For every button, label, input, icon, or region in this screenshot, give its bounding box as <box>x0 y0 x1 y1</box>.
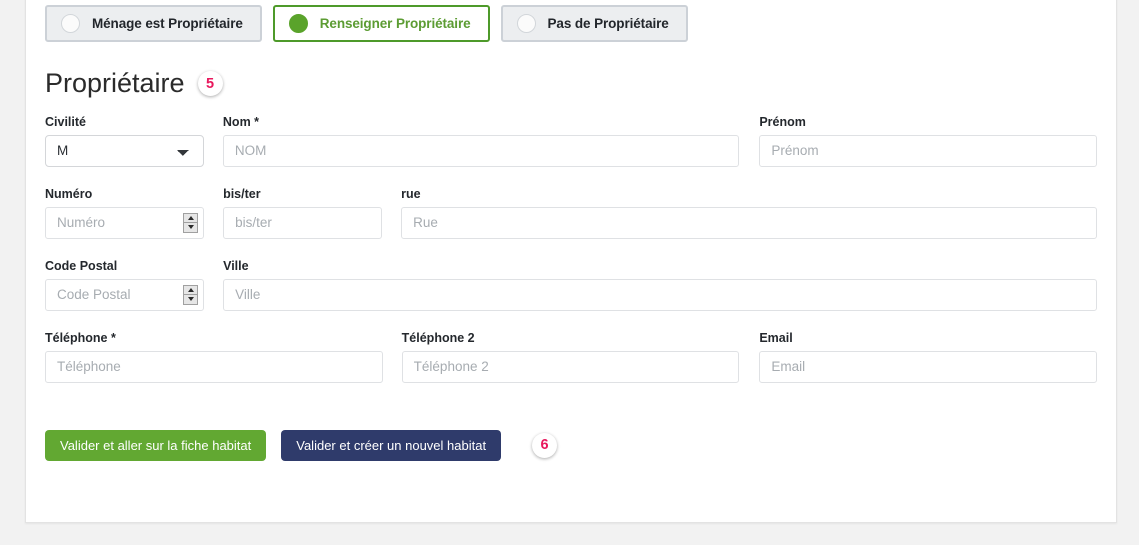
required-marker: * <box>111 330 116 345</box>
telephone-input[interactable] <box>45 350 383 383</box>
field-label-telephone2: Téléphone 2 <box>401 330 475 345</box>
ville-input[interactable] <box>223 278 1097 311</box>
page-title: Propriétaire <box>45 68 185 98</box>
nom-input[interactable] <box>222 134 740 167</box>
field-label-telephone-text: Téléphone <box>45 330 108 345</box>
form-row-contact: Téléphone * Téléphone 2 Email <box>45 330 1098 383</box>
numero-input[interactable] <box>45 206 205 239</box>
field-label-civilite: Civilité <box>45 114 86 129</box>
spinner-down-icon[interactable] <box>184 222 198 232</box>
spinner-down-icon[interactable] <box>184 294 198 304</box>
field-telephone: Téléphone * <box>45 331 383 383</box>
radio-empty-icon <box>61 14 80 33</box>
field-label-prenom: Prénom <box>759 114 806 129</box>
form-row-identity: Civilité M Nom * Prénom <box>45 114 1098 167</box>
field-nom: Nom * <box>222 115 740 167</box>
code-postal-stepper[interactable] <box>183 284 199 305</box>
owner-mode-radio-group: Ménage est Propriétaire Renseigner Propr… <box>45 0 1097 42</box>
field-label-code-postal: Code Postal <box>45 258 118 273</box>
telephone2-input[interactable] <box>401 350 740 383</box>
bister-input[interactable] <box>223 206 383 239</box>
field-civilite: Civilité M <box>45 115 204 167</box>
section-header: Propriétaire 5 <box>45 68 1097 99</box>
form-row-address-line: Numéro bis/ter rue <box>45 187 1097 239</box>
form-actions: Valider et aller sur la fiche habitat Va… <box>45 429 1097 461</box>
field-label-nom: Nom * <box>223 115 739 129</box>
field-label-ville: Ville <box>223 258 249 273</box>
form-row-city: Code Postal Ville <box>45 259 1097 311</box>
radio-filled-icon <box>288 14 308 33</box>
owner-form-card: Ménage est Propriétaire Renseigner Propr… <box>25 0 1117 523</box>
code-postal-input[interactable] <box>45 278 205 311</box>
field-bister: bis/ter <box>223 186 383 239</box>
spinner-up-icon[interactable] <box>184 214 197 223</box>
step-badge-6: 6 <box>532 432 558 458</box>
owner-mode-option-renseigner-proprietaire[interactable]: Renseigner Propriétaire <box>272 5 490 42</box>
field-email: Email <box>759 330 1098 383</box>
spinner-up-icon[interactable] <box>184 286 197 295</box>
prenom-input[interactable] <box>759 134 1098 167</box>
radio-empty-icon <box>516 14 536 33</box>
valider-creer-nouvel-habitat-button[interactable]: Valider et créer un nouvel habitat <box>281 429 502 461</box>
numero-stepper[interactable] <box>183 212 199 233</box>
field-label-nom-text: Nom <box>222 114 251 129</box>
field-rue: rue <box>401 187 1097 239</box>
step-badge-5: 5 <box>197 71 223 97</box>
owner-mode-option-menage-proprietaire[interactable]: Ménage est Propriétaire <box>45 5 262 42</box>
field-ville: Ville <box>223 259 1097 311</box>
field-label-rue: rue <box>401 186 421 201</box>
owner-mode-option-label: Ménage est Propriétaire <box>92 16 243 31</box>
civilite-select[interactable]: M <box>45 134 204 167</box>
field-numero: Numéro <box>45 186 205 239</box>
field-prenom: Prénom <box>759 114 1098 167</box>
required-marker: * <box>254 114 260 129</box>
field-code-postal: Code Postal <box>45 258 205 311</box>
email-input[interactable] <box>759 350 1098 383</box>
rue-input[interactable] <box>401 206 1097 239</box>
field-label-bister: bis/ter <box>223 186 261 201</box>
field-label-telephone: Téléphone * <box>45 331 383 345</box>
owner-mode-option-label: Pas de Propriétaire <box>547 16 669 31</box>
field-label-numero: Numéro <box>45 186 93 201</box>
valider-aller-fiche-habitat-button[interactable]: Valider et aller sur la fiche habitat <box>45 429 267 461</box>
owner-mode-option-pas-de-proprietaire[interactable]: Pas de Propriétaire <box>500 5 688 42</box>
field-label-email: Email <box>759 330 793 345</box>
field-telephone2: Téléphone 2 <box>401 330 740 383</box>
owner-mode-option-label: Renseigner Propriétaire <box>319 16 471 31</box>
